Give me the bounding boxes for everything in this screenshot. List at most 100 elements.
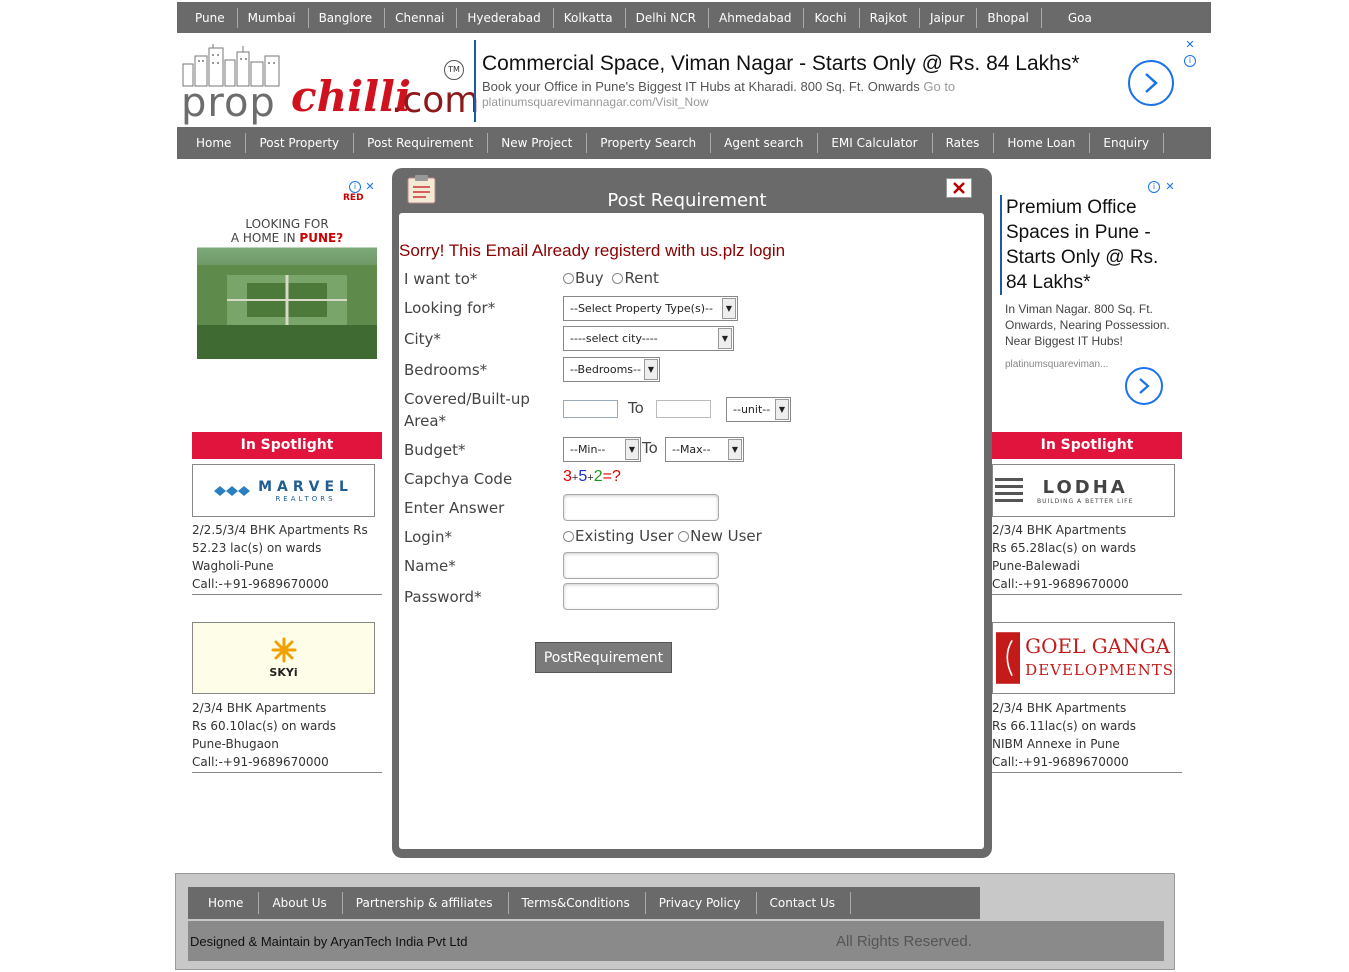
radio-rent[interactable]	[612, 273, 624, 284]
nav-post-requirement[interactable]: Post Requirement	[354, 133, 489, 153]
label-want: I want to*	[404, 270, 478, 288]
top-ad-arrow-button[interactable]	[1128, 60, 1174, 106]
lodha-logo[interactable]: LODHA BUILDING A BETTER LIFE	[992, 464, 1175, 517]
city-link-kolkatta[interactable]: Kolkatta	[554, 7, 626, 28]
left-ad-close-icon[interactable]: ✕	[363, 180, 377, 194]
budget-to-label: To	[642, 439, 658, 457]
nav-new-project[interactable]: New Project	[488, 133, 588, 153]
area-from-input[interactable]	[563, 400, 618, 418]
label-captcha: Capchya Code	[404, 470, 513, 488]
marvel-mark-icon	[214, 485, 251, 496]
radio-new-label: New User	[690, 527, 762, 545]
right-ad-banner[interactable]: Premium Office Spaces in Pune - Starts O…	[1000, 195, 1180, 370]
area-to-input[interactable]	[656, 400, 711, 418]
city-link-ahmedabad[interactable]: Ahmedabad	[709, 7, 805, 28]
city-link-delhi-ncr[interactable]: Delhi NCR	[626, 7, 709, 28]
error-message: Sorry! This Email Already registerd with…	[399, 241, 786, 260]
spotlight-line: 2/2.5/3/4 BHK Apartments Rs	[192, 523, 368, 537]
area-to-label: To	[628, 399, 644, 417]
top-ad-close-icon[interactable]: ✕	[1183, 38, 1197, 52]
dropdown-arrow-icon: ▼	[644, 359, 658, 380]
marvel-logo[interactable]: MARVEL REALTORS	[192, 464, 375, 517]
dropdown-arrow-icon: ▼	[728, 439, 742, 460]
radio-existing-user[interactable]	[563, 531, 574, 542]
modal-close-icon[interactable]	[946, 178, 972, 198]
main-nav: Home Post Property Post Requirement New …	[177, 127, 1211, 159]
password-input[interactable]	[563, 583, 719, 610]
left-ad-banner[interactable]: RED LOOKING FOR A HOME IN PUNE?	[197, 179, 377, 359]
city-link-mumbai[interactable]: Mumbai	[238, 7, 309, 28]
post-requirement-button[interactable]: PostRequirement	[535, 642, 672, 673]
label-looking-for: Looking for*	[404, 299, 496, 317]
nav-post-property[interactable]: Post Property	[246, 133, 355, 153]
footer-link-about[interactable]: About Us	[259, 892, 343, 914]
spotlight-right-item-2[interactable]: 2/3/4 BHK Apartments Rs 66.11lac(s) on w…	[992, 699, 1182, 773]
city-link-hyederabad[interactable]: Hyederabad	[457, 7, 554, 28]
skyi-star-icon	[271, 637, 296, 663]
left-ad-info-icon[interactable]: i	[349, 181, 361, 193]
city-link-rajkot[interactable]: Rajkot	[860, 7, 920, 28]
city-link-banglore[interactable]: Banglore	[309, 7, 386, 28]
modal-title: Post Requirement	[607, 190, 767, 211]
login-options: Existing User New User	[563, 527, 762, 545]
top-ad-info-icon[interactable]: i	[1184, 55, 1196, 67]
nav-rates[interactable]: Rates	[933, 133, 995, 153]
right-ad-info-icon[interactable]: i	[1148, 181, 1160, 193]
city-link-pune[interactable]: Pune	[185, 7, 238, 28]
spotlight-line: Pune-Balewadi	[992, 559, 1080, 573]
radio-buy[interactable]	[563, 273, 574, 284]
radio-existing-label: Existing User	[575, 527, 674, 545]
city-select[interactable]: ----select city---- ▼	[563, 326, 734, 351]
nav-home[interactable]: Home	[183, 133, 247, 153]
top-ad-url[interactable]: platinumsquarevimannagar.com/Visit_Now	[482, 95, 1199, 109]
label-login: Login*	[404, 528, 452, 546]
goel-ganga-logo[interactable]: GOEL GANGA DEVELOPMENTS	[992, 622, 1175, 694]
budget-max-value: --Max--	[672, 443, 711, 456]
city-link-bhopal[interactable]: Bhopal	[977, 7, 1042, 28]
right-ad-close-icon[interactable]: ✕	[1163, 180, 1177, 194]
nav-enquiry[interactable]: Enquiry	[1090, 133, 1165, 153]
right-ad-arrow-button[interactable]	[1125, 367, 1163, 405]
name-input[interactable]	[563, 552, 719, 579]
city-link-goa[interactable]: Goa	[1042, 8, 1104, 28]
radio-new-user[interactable]	[678, 531, 690, 542]
label-answer: Enter Answer	[404, 499, 505, 517]
footer-link-home[interactable]: Home	[195, 892, 260, 914]
spotlight-left-item-1[interactable]: 2/2.5/3/4 BHK Apartments Rs 52.23 lac(s)…	[192, 521, 382, 595]
spotlight-line: Rs 66.11lac(s) on wards	[992, 719, 1136, 733]
property-type-select[interactable]: --Select Property Type(s)-- ▼	[563, 296, 738, 321]
bedrooms-select[interactable]: --Bedrooms-- ▼	[563, 357, 660, 382]
budget-max-select[interactable]: --Max-- ▼	[665, 437, 744, 462]
budget-min-value: --Min--	[570, 443, 606, 456]
city-select-value: ----select city----	[570, 332, 658, 345]
left-ad-brand: RED	[343, 193, 364, 203]
spotlight-right-item-1[interactable]: 2/3/4 BHK Apartments Rs 65.28lac(s) on w…	[992, 521, 1182, 595]
city-link-jaipur[interactable]: Jaipur	[920, 7, 978, 28]
top-ad-headline[interactable]: Commercial Space, Viman Nagar - Starts O…	[482, 52, 1199, 76]
nav-emi-calculator[interactable]: EMI Calculator	[818, 133, 933, 153]
captcha-b: 5	[578, 468, 588, 485]
spotlight-phone: Call:-+91-9689670000	[992, 755, 1129, 769]
answer-input[interactable]	[563, 494, 719, 521]
trademark-icon: TM	[444, 60, 464, 80]
top-ad-banner[interactable]: Commercial Space, Viman Nagar - Starts O…	[474, 40, 1199, 122]
spotlight-line: Rs 65.28lac(s) on wards	[992, 541, 1136, 555]
unit-select[interactable]: --unit-- ▼	[726, 397, 791, 422]
nav-home-loan[interactable]: Home Loan	[994, 133, 1091, 153]
skyi-logo[interactable]: SKYi	[192, 622, 375, 694]
site-logo[interactable]: prop chilli .com TM	[179, 42, 479, 126]
city-link-kochi[interactable]: Kochi	[804, 7, 860, 28]
captcha-c: 2	[593, 468, 603, 485]
footer-link-contact[interactable]: Contact Us	[757, 892, 852, 914]
city-link-chennai[interactable]: Chennai	[385, 7, 458, 28]
budget-min-select[interactable]: --Min-- ▼	[563, 437, 641, 462]
nav-agent-search[interactable]: Agent search	[711, 133, 819, 153]
footer-link-partnership[interactable]: Partnership & affiliates	[343, 892, 509, 914]
right-ad-headline[interactable]: Premium Office Spaces in Pune - Starts O…	[1000, 195, 1180, 295]
footer-link-privacy[interactable]: Privacy Policy	[646, 892, 757, 914]
nav-property-search[interactable]: Property Search	[587, 133, 712, 153]
footer-link-terms[interactable]: Terms&Conditions	[509, 892, 646, 914]
dropdown-arrow-icon: ▼	[722, 298, 736, 319]
label-password: Password*	[404, 588, 482, 606]
spotlight-left-item-2[interactable]: 2/3/4 BHK Apartments Rs 60.10lac(s) on w…	[192, 699, 382, 773]
